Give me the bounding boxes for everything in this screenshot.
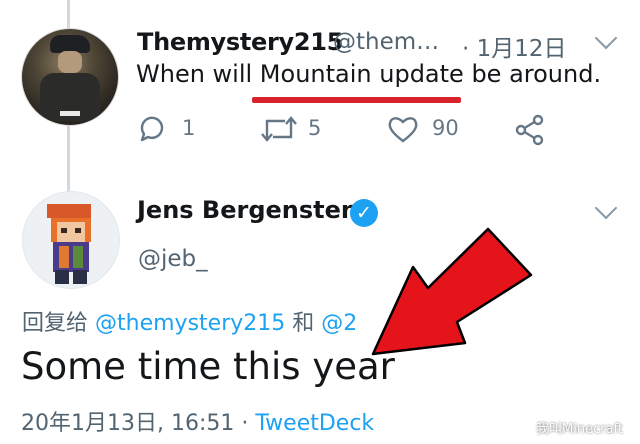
chevron-down-icon[interactable] (594, 196, 618, 220)
like-icon[interactable] (387, 114, 419, 144)
main-handle[interactable]: @jeb_ (138, 246, 208, 272)
watermark: 我叫Minecraft (536, 422, 623, 437)
retweet-icon[interactable] (259, 114, 299, 144)
reply-prefix: 回复给 (22, 311, 89, 336)
parent-tweet-text: When will Mountain update be around. (136, 60, 602, 88)
red-underline-annotation (252, 97, 461, 103)
reply-conjunction: 和 (292, 311, 315, 336)
reply-count: 1 (182, 116, 196, 140)
tweet-meta: 20年1月13日, 16:51 · TweetDeck (21, 405, 374, 437)
parent-date[interactable]: · 1月12日 (462, 29, 567, 63)
meta-separator: · (241, 411, 249, 436)
tweet-timestamp[interactable]: 20年1月13日, 16:51 (21, 411, 234, 436)
parent-display-name[interactable]: Themystery215 (137, 28, 343, 56)
reply-icon[interactable] (137, 114, 167, 144)
tweet-source[interactable]: TweetDeck (255, 411, 374, 436)
parent-handle[interactable]: @them… (333, 29, 439, 55)
main-display-name[interactable]: Jens Bergensten (137, 196, 358, 224)
chevron-down-icon[interactable] (594, 26, 618, 50)
mention-link[interactable]: @themystery215 (95, 311, 285, 336)
main-tweet-text: Some time this year (21, 345, 395, 388)
retweet-count: 5 (308, 116, 322, 140)
like-count: 90 (432, 116, 459, 140)
reply-context: 回复给 @themystery215 和 @2 (22, 305, 357, 337)
mention-link[interactable]: @2 (321, 311, 357, 336)
share-icon[interactable] (514, 114, 546, 146)
avatar-themystery215[interactable] (21, 28, 119, 126)
red-arrow-annotation (371, 227, 533, 356)
avatar-jeb[interactable] (22, 191, 120, 289)
